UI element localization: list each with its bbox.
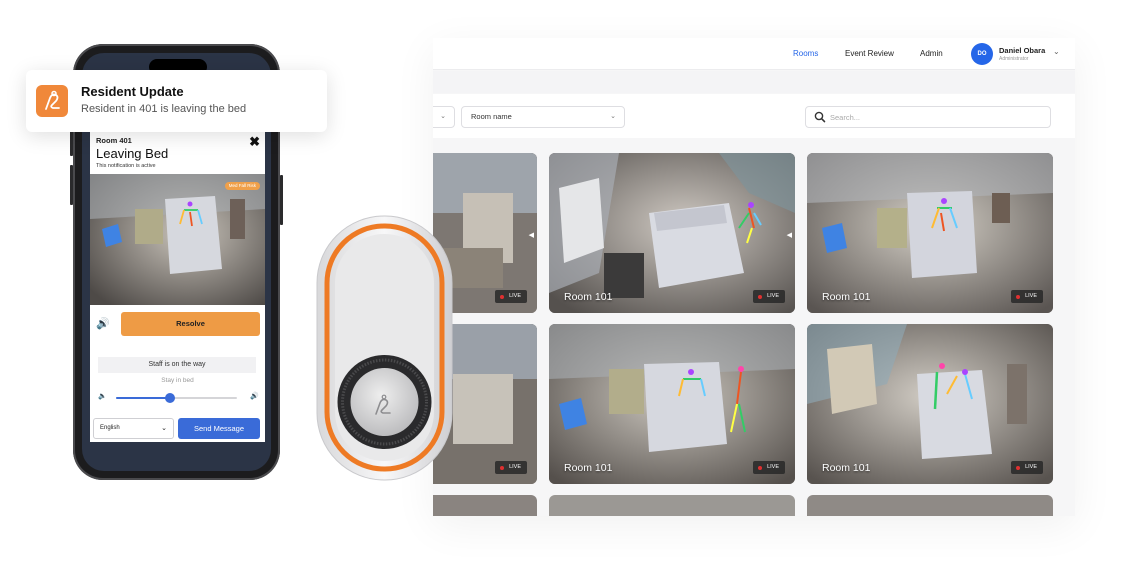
user-role: Administrator [999, 56, 1029, 62]
alert-app-card: Room 401 Leaving Bed This notification i… [90, 132, 265, 442]
camera-tile[interactable]: Room 101 LIVE [549, 324, 795, 484]
live-badge: LIVE [1011, 461, 1043, 474]
chevron-down-icon[interactable]: ⌄ [1053, 47, 1060, 56]
resident-update-notification[interactable]: Resident Update Resident in 401 is leavi… [26, 70, 327, 132]
camera-room-label: Room 101 [564, 291, 613, 303]
camera-feed-image [807, 324, 1053, 484]
nav-admin[interactable]: Admin [920, 49, 943, 58]
app-logo-icon [36, 85, 68, 117]
camera-tile[interactable] [807, 495, 1053, 516]
volume-low-icon: 🔈 [98, 393, 107, 400]
notification-body: Resident in 401 is leaving the bed [81, 103, 247, 115]
phone-power-button [280, 175, 283, 225]
volume-slider[interactable] [116, 393, 237, 403]
notification-title: Resident Update [81, 84, 184, 99]
speaker-icon[interactable]: 🔊 [96, 317, 110, 330]
room-name-select[interactable]: Room name ⌄ [461, 106, 625, 128]
live-badge: LIVE [753, 461, 785, 474]
language-select[interactable]: English ⌄ [93, 418, 174, 439]
chevron-down-icon: ⌄ [610, 113, 616, 120]
live-badge: LIVE [495, 461, 527, 474]
live-badge: LIVE [495, 290, 527, 303]
search-field[interactable] [805, 106, 1051, 128]
language-select-value: English [100, 425, 120, 431]
dashboard-window: Rooms Event Review Admin DO Daniel Obara… [433, 38, 1075, 516]
alert-status-note: This notification is active [96, 163, 156, 169]
top-nav-bar: Rooms Event Review Admin DO Daniel Obara… [433, 38, 1075, 70]
alert-title: Leaving Bed [96, 146, 169, 161]
camera-tile[interactable]: ◀ Room 101 LIVE [549, 153, 795, 313]
user-name[interactable]: Daniel Obara [999, 46, 1045, 55]
search-input[interactable] [830, 110, 1030, 124]
camera-feed-image [807, 153, 1053, 313]
chevron-down-icon: ⌄ [161, 425, 167, 432]
wall-call-device [315, 214, 454, 484]
nav-event-review[interactable]: Event Review [845, 49, 894, 58]
volume-slider-knob[interactable] [165, 393, 176, 403]
room-camera-feed: Med Fall Risk [90, 174, 265, 305]
sub-header [433, 71, 1075, 93]
resolve-button[interactable]: Resolve [121, 312, 260, 336]
send-message-button[interactable]: Send Message [178, 418, 260, 439]
camera-feed-image [549, 153, 795, 313]
search-icon [814, 111, 826, 123]
camera-tile[interactable]: Room 101 LIVE [807, 324, 1053, 484]
camera-room-label: Room 101 [822, 462, 871, 474]
avatar[interactable]: DO [971, 43, 993, 65]
alert-room-label: Room 401 [96, 136, 132, 145]
quick-message-stay[interactable]: Stay in bed [90, 377, 265, 384]
volume-slider-fill [116, 397, 171, 399]
live-badge: LIVE [753, 290, 785, 303]
camera-tile[interactable]: Room 101 LIVE [807, 153, 1053, 313]
speaker-icon: ◀ [786, 232, 792, 239]
close-icon[interactable]: ✖ [249, 134, 260, 150]
camera-room-label: Room 101 [564, 462, 613, 474]
camera-room-label: Room 101 [822, 291, 871, 303]
camera-tile[interactable] [549, 495, 795, 516]
quick-message-staff[interactable]: Staff is on the way [98, 357, 256, 373]
live-badge: LIVE [1011, 290, 1043, 303]
volume-high-icon: 🔊 [250, 393, 259, 400]
camera-feed-image [90, 174, 265, 305]
camera-tile[interactable] [433, 495, 537, 516]
filter-select-partial[interactable]: ⌄ [433, 106, 455, 128]
filter-bar: ⌄ Room name ⌄ [433, 94, 1075, 138]
fall-risk-badge: Med Fall Risk [224, 182, 260, 190]
room-name-select-label: Room name [471, 112, 512, 121]
chevron-down-icon: ⌄ [440, 113, 446, 120]
speaker-icon: ◀ [528, 232, 534, 239]
camera-feed-image [549, 324, 795, 484]
nav-rooms[interactable]: Rooms [793, 49, 818, 58]
